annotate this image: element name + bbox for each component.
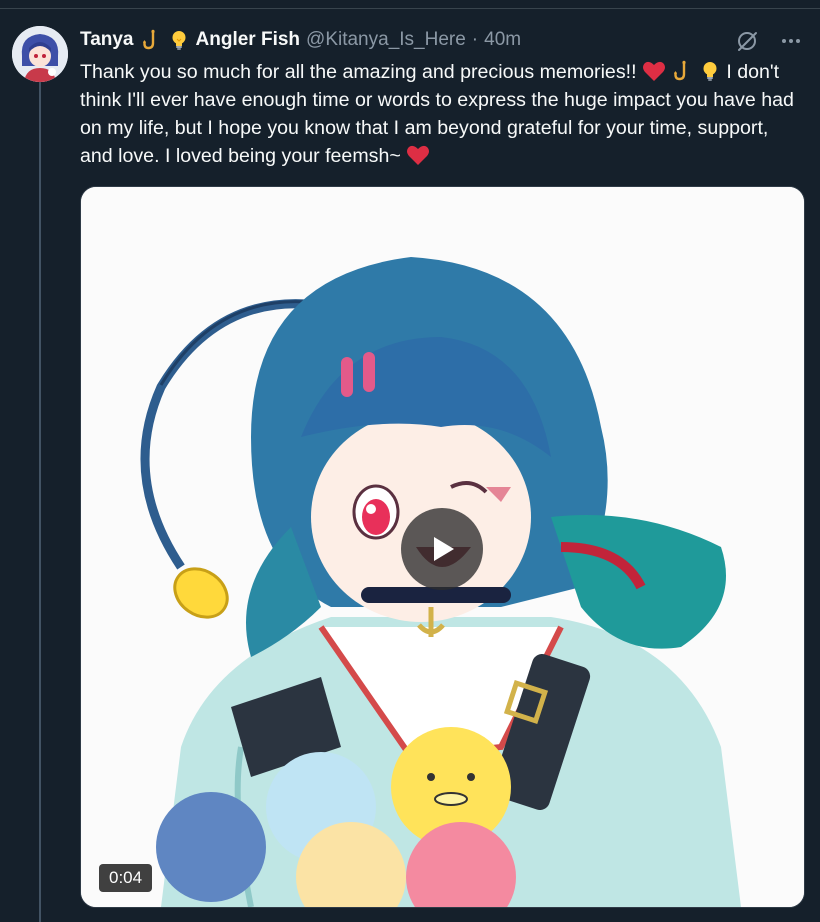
tweet-text: Thank you so much for all the amazing an…: [80, 58, 800, 170]
grok-icon[interactable]: [734, 28, 760, 54]
play-icon: [434, 537, 454, 561]
thread-connector-line: [39, 80, 41, 922]
user-handle[interactable]: @Kitanya_Is_Here: [306, 29, 466, 51]
display-name[interactable]: Tanya: [80, 29, 134, 51]
play-button[interactable]: [401, 508, 483, 590]
video-player[interactable]: 0:04: [80, 186, 805, 908]
fishing-hook-icon: [671, 60, 693, 82]
tweet-actions: [734, 28, 804, 54]
avatar[interactable]: [12, 26, 68, 82]
light-bulb-icon: [699, 60, 721, 82]
tweet-text-part1: Thank you so much for all the amazing an…: [80, 61, 642, 83]
fishing-hook-icon: [140, 29, 162, 51]
display-name-suffix[interactable]: Angler Fish: [196, 29, 301, 51]
video-duration: 0:04: [99, 864, 153, 892]
timestamp[interactable]: 40m: [484, 29, 521, 51]
top-divider: [0, 8, 820, 9]
red-heart-icon: [406, 144, 430, 166]
separator-dot: ·: [471, 29, 479, 50]
red-heart-icon: [642, 60, 666, 82]
more-options-icon[interactable]: [778, 28, 804, 54]
light-bulb-icon: [168, 29, 190, 51]
tweet-header: Tanya Angler Fish @Kitanya_Is_Here · 40m: [80, 26, 720, 54]
